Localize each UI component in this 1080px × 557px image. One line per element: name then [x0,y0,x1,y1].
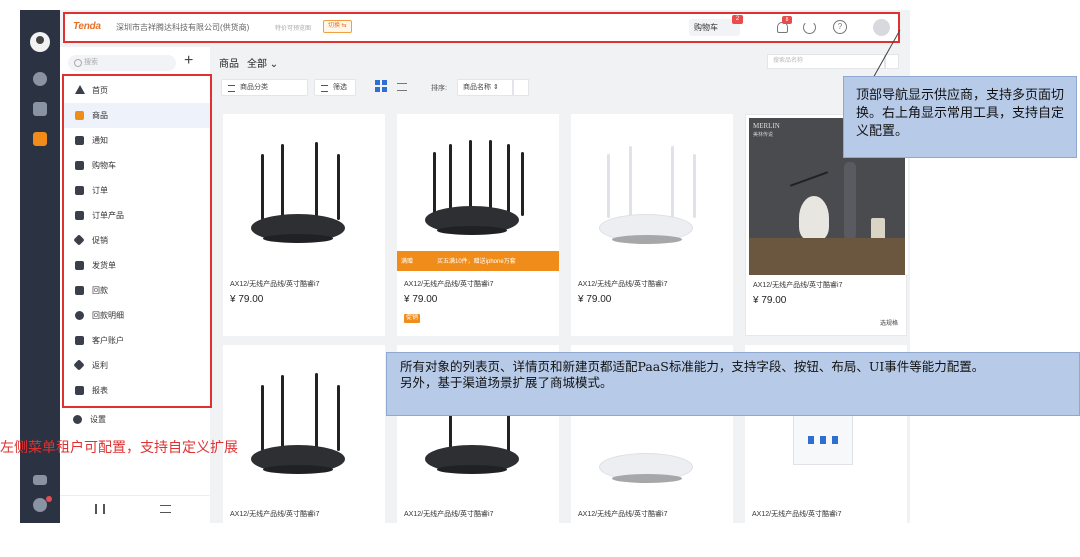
annotation-line: 另外，基于渠道场景扩展了商城模式。 [400,375,613,390]
list-page-annotation: 所有对象的列表页、详情页和新建页都适配PaaS标准能力，支持字段、按钮、布局、U… [386,352,1080,416]
annotation-line: 所有对象的列表页、详情页和新建页都适配PaaS标准能力，支持字段、按钮、布局、U… [400,359,985,374]
top-nav-annotation: 顶部导航显示供应商，支持多页面切换。右上角显示常用工具，支持自定义配置。 [843,76,1077,158]
sidebar-annotation: 左侧菜单租户可配置，支持自定义扩展 [0,440,238,456]
screenshot-stage: Tenda 深圳市吉祥腾达科技有限公司(供货商) 特价可预览图 切换 ⇆ 购物车… [0,0,1080,557]
